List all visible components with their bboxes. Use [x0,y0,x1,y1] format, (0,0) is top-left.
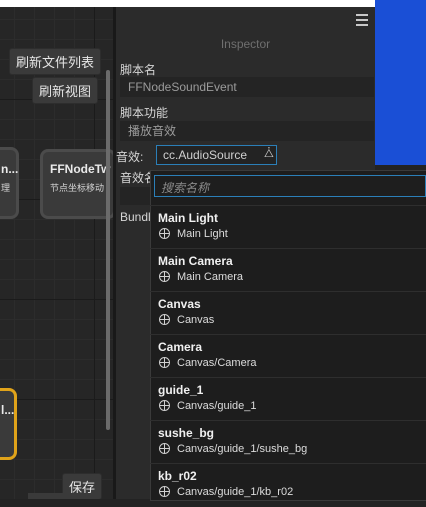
sound-component-select[interactable]: cc.AudioSource ⧊ [156,145,277,165]
script-function-field[interactable]: 播放音效 [120,121,374,141]
item-path: Canvas/guide_1/sushe_bg [177,443,308,455]
node-title: n... [1,162,19,176]
script-name-field[interactable]: FFNodeSoundEvent [120,77,374,97]
inspector-title: Inspector [220,37,271,51]
item-name: Camera [158,340,203,354]
node-target-icon [159,357,170,368]
horizontal-scrollbar[interactable] [28,493,98,499]
list-item[interactable]: Main Camera Main Camera [150,248,426,292]
item-path: Canvas/Camera [177,357,257,369]
list-item[interactable]: Camera Canvas/Camera [150,334,426,378]
list-item[interactable]: Main Light Main Light [150,205,426,249]
item-name: sushe_bg [158,426,215,440]
sound-label: 音效: [116,150,144,164]
list-item[interactable]: sushe_bg Canvas/guide_1/sushe_bg [150,420,426,464]
script-function-label: 脚本功能 [120,106,169,120]
menu-icon[interactable] [356,14,368,26]
item-path: Canvas [177,314,215,326]
item-name: kb_r02 [158,469,197,483]
item-name: Main Light [158,211,218,225]
node-subtitle: 理 [1,183,11,193]
node-subtitle: 节点坐标移动 [50,183,105,193]
list-item[interactable]: Canvas Canvas [150,291,426,335]
top-white-band [0,0,375,7]
desktop-background [375,0,426,165]
node-target-icon [159,314,170,325]
sound-name-field[interactable] [120,187,150,205]
vertical-scrollbar[interactable] [106,70,110,430]
item-name: Canvas [158,297,201,311]
item-name: guide_1 [158,383,204,397]
list-item[interactable]: guide_1 Canvas/guide_1 [150,377,426,421]
item-name: Main Camera [158,254,233,268]
item-path: Canvas/guide_1 [177,400,257,412]
node-target-icon [159,400,170,411]
node-title: FFNodeTw [50,162,111,176]
graph-node-ffnodetween[interactable]: FFNodeTw 节点坐标移动 [40,149,113,219]
component-picker-icon[interactable]: ⧊ [264,148,274,161]
node-target-icon [159,271,170,282]
node-target-icon [159,228,170,239]
script-name-label: 脚本名 [120,63,157,77]
sound-component-value: cc.AudioSource [163,148,248,162]
item-path: Canvas/guide_1/kb_r02 [177,486,294,498]
graph-node-left[interactable]: n... 理 [0,147,19,219]
search-input[interactable]: 搜索名称 [154,175,426,197]
node-graph-canvas[interactable]: 刷新文件列表 刷新视图 n... 理 FFNodeTw 节点坐标移动 l... … [0,7,113,499]
refresh-file-list-button[interactable]: 刷新文件列表 [9,48,102,75]
item-path: Main Light [177,228,228,240]
graph-node-selected[interactable]: l... [0,388,17,460]
bundle-label: Bundl [120,210,151,224]
list-item[interactable]: kb_r02 Canvas/guide_1/kb_r02 [150,463,426,507]
node-target-icon [159,486,170,497]
item-path: Main Camera [177,271,244,283]
node-title: l... [1,403,15,417]
refresh-view-button[interactable]: 刷新视图 [32,77,99,104]
node-target-icon [159,443,170,454]
